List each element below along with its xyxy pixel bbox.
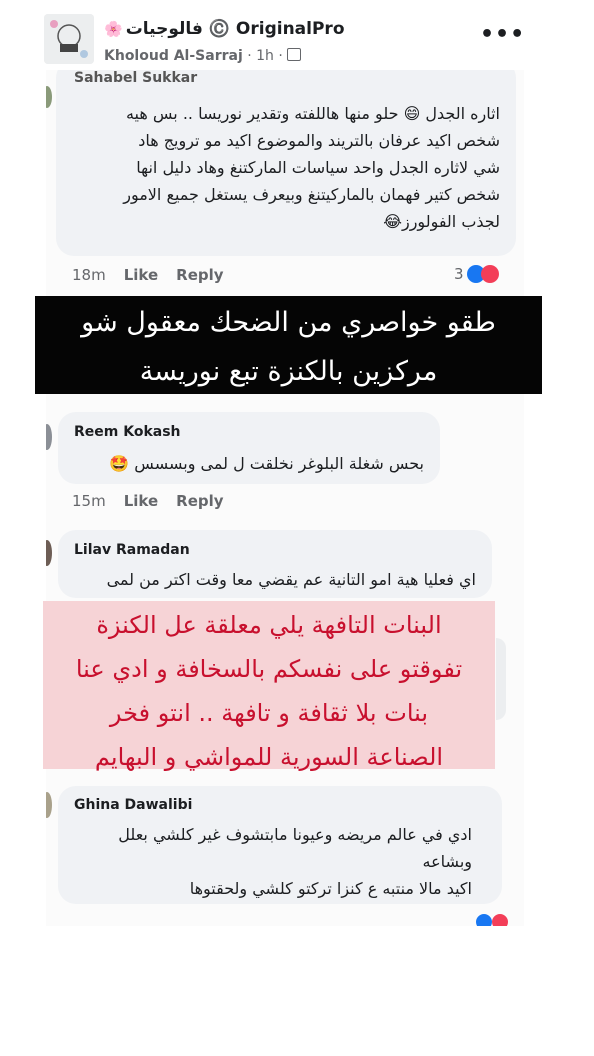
comment-author[interactable]: Reem Kokash [74,424,181,440]
reply-button[interactable]: Reply [176,492,223,510]
comment-actions: 18m Like Reply [72,266,242,284]
overlay-line: مركزين بالكنزة تبع نوريسة [139,356,438,387]
comment-author[interactable]: Ghina Dawalibi [74,797,192,813]
comment-bubble: Lilav Ramadan اي فعليا هية امو التانية ع… [58,530,492,598]
overlay-line: الصناعة السورية للمواشي و البهايم [94,743,444,771]
overlay-line: تفوقتو على نفسكم بالسخافة و ادي عنا [75,655,463,683]
reaction-count[interactable]: 3 [454,265,464,283]
flower-icon: 🌸 [104,20,123,38]
comment-time: 18m [72,266,106,284]
comment-text: بحس شغلة البلوغر نخلقت ل لمى وبسسس 🤩 [109,454,424,473]
pink-text-overlay: البنات التافهة يلي معلقة عل الكنزة تفوقت… [43,601,495,771]
partial-bubble-edge [496,638,506,720]
like-button[interactable]: Like [124,266,158,284]
overlay-line: بنات بلا ثقافة و تافهة .. انتو فخر [109,699,429,727]
comment-text: ادي في عالم مريضه وعيونا مابتشوف غير كلش… [118,825,472,898]
overlay-line: البنات التافهة يلي معلقة عل الكنزة [96,611,442,639]
author-line: Kholoud Al-Sarraj · 1h · [104,48,302,64]
comment-text: اي فعليا هية امو التانية عم يقضي معا وقت… [106,570,476,589]
more-options-button[interactable]: ••• [480,22,525,47]
comment-text: اثاره الجدل 😄 حلو منها هاللفته وتقدير نو… [123,104,500,231]
avatar[interactable] [46,86,52,108]
comment-bubble: Reem Kokash بحس شغلة البلوغر نخلقت ل لمى… [58,412,440,484]
post-header: 🌸 فالوجيات ©️ OriginalPro Kholoud Al-Sarr… [0,0,594,70]
avatar[interactable] [46,792,52,818]
reply-button[interactable]: Reply [176,266,223,284]
comment-actions: 15m Like Reply [72,492,242,510]
comment-bubble: Ghina Dawalibi ادي في عالم مريضه وعيونا … [58,786,502,904]
heart-reaction-icon [481,265,499,283]
group-name-link[interactable]: 🌸 فالوجيات ©️ OriginalPro [104,19,345,39]
comment-author[interactable]: Sahabel Sukkar [74,70,197,86]
comments-screenshot: Sahabel Sukkar اثاره الجدل 😄 حلو منها ها… [46,70,524,926]
like-button[interactable]: Like [124,492,158,510]
post-meta: · 1h · [242,48,288,64]
author-name[interactable]: Kholoud Al-Sarraj [104,48,243,64]
group-name-text: فالوجيات ©️ OriginalPro [125,19,345,39]
black-text-overlay: طقو خواصري من الضحك معقول شو مركزين بالك… [35,296,542,394]
group-members-icon [287,48,302,61]
comment-author[interactable]: Lilav Ramadan [74,542,190,558]
avatar[interactable] [46,540,52,566]
comment-time: 15m [72,492,106,510]
overlay-line: طقو خواصري من الضحك معقول شو [81,307,496,338]
cut-off-comment-row [64,912,510,926]
group-avatar[interactable] [44,14,94,64]
comment-bubble: Sahabel Sukkar اثاره الجدل 😄 حلو منها ها… [56,70,516,256]
avatar[interactable] [46,424,52,450]
